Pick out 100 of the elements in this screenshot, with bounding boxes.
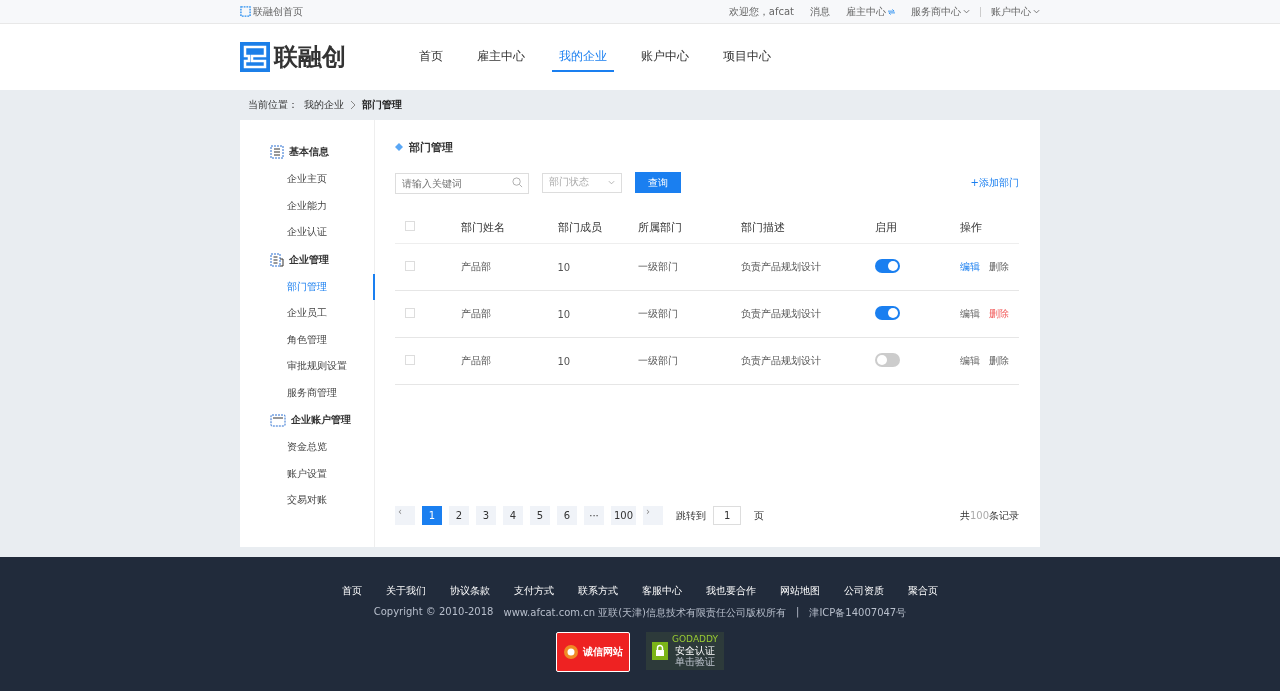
company-text: www.afcat.com.cn 亚联(天津)信息技术有限责任公司版权所有 (503, 606, 786, 620)
table-cell: 负责产品规划设计 (741, 355, 822, 366)
table-cell: 10 (557, 308, 571, 320)
footer-link[interactable]: 我也要合作 (706, 584, 756, 598)
breadcrumb-link[interactable]: 我的企业 (304, 98, 344, 112)
logo-text: 联融创 (274, 42, 346, 73)
add-department-link[interactable]: +添加部门 (970, 175, 1019, 190)
column-header: 部门描述 (741, 220, 786, 234)
checkbox[interactable] (405, 308, 415, 318)
sidebar-item[interactable]: 企业认证 (240, 219, 375, 246)
table-cell: 负责产品规划设计 (741, 261, 822, 272)
nav-tab[interactable]: 雇主中心 (470, 42, 532, 72)
logo-icon (240, 42, 270, 72)
table-cell: 一级部门 (638, 261, 679, 272)
column-header: 部门成员 (557, 220, 602, 234)
diamond-icon (395, 143, 403, 151)
table-cell: 10 (557, 261, 571, 273)
sidebar-item[interactable]: 企业能力 (240, 192, 375, 219)
security-badge[interactable]: GODADDY 安全认证 单击验证 (646, 632, 724, 670)
nav-tab[interactable]: 首页 (412, 42, 450, 72)
column-header: 启用 (875, 220, 898, 234)
footer-link[interactable]: 首页 (342, 584, 362, 598)
toggle-switch[interactable] (875, 259, 901, 273)
separator-text: | (796, 606, 800, 620)
footer-link[interactable]: 关于我们 (386, 584, 426, 598)
nav-tab[interactable]: 我的企业 (552, 42, 614, 72)
table-cell: 负责产品规划设计 (741, 308, 822, 319)
checkbox[interactable] (405, 261, 415, 271)
icp-text: 津ICP备14007047号 (809, 606, 907, 620)
switch-icon (888, 8, 895, 15)
table-cell: 10 (557, 355, 571, 367)
checkbox[interactable] (405, 220, 415, 231)
checkbox[interactable] (405, 355, 415, 365)
sidebar-item[interactable]: 审批规则设置 (240, 353, 375, 380)
search-icon (512, 177, 523, 188)
sidebar-item[interactable]: 资金总览 (240, 434, 375, 461)
nav-tab[interactable]: 账户中心 (634, 42, 696, 72)
section-title: 基本信息 (289, 145, 329, 159)
column-header: 部门姓名 (461, 220, 506, 234)
section-title: 部门管理 (409, 139, 453, 155)
caret-icon (608, 180, 615, 185)
page-button[interactable]: 1 (422, 506, 442, 525)
page-button[interactable]: 4 (503, 506, 523, 525)
caret-icon (1033, 9, 1040, 14)
caret-icon (963, 9, 970, 14)
footer-link[interactable]: 协议条款 (450, 584, 490, 598)
action-link[interactable]: 编辑 (960, 308, 980, 319)
page-button[interactable]: 3 (476, 506, 496, 525)
page-button[interactable]: 100 (611, 506, 637, 525)
page-input[interactable]: 1 (713, 506, 742, 525)
toggle-switch[interactable] (875, 306, 901, 320)
top-link[interactable]: 账户中心 (991, 4, 1040, 19)
sidebar-item[interactable]: 企业员工 (240, 300, 375, 327)
footer-link[interactable]: 聚合页 (908, 584, 938, 598)
footer-link[interactable]: 公司资质 (844, 584, 884, 598)
total-records: 共100条记录 (959, 508, 1019, 523)
page-button[interactable]: 6 (557, 506, 577, 525)
section-title: 企业管理 (289, 252, 329, 267)
action-link[interactable]: 编辑 (960, 355, 980, 366)
page-button[interactable]: 2 (449, 506, 469, 525)
top-link[interactable]: 消息 (810, 4, 830, 19)
logo-icon (240, 6, 251, 17)
welcome-text: 欢迎您，afcat (728, 4, 794, 19)
page-button[interactable]: ··· (584, 506, 604, 525)
sidebar-item[interactable]: 企业主页 (240, 166, 375, 193)
nav-tab[interactable]: 项目中心 (716, 42, 778, 72)
wallet-icon (270, 413, 286, 427)
footer-link[interactable]: 网站地图 (780, 584, 820, 598)
chevron-icon (350, 100, 356, 110)
footer-link[interactable]: 联系方式 (578, 584, 618, 598)
action-link[interactable]: 删除 (989, 261, 1009, 272)
top-link[interactable]: 雇主中心 (846, 4, 895, 19)
page-unit: 页 (754, 508, 765, 523)
breadcrumb-label: 当前位置： (248, 98, 298, 112)
action-link[interactable]: 编辑 (960, 261, 980, 272)
footer-link[interactable]: 客服中心 (642, 584, 682, 598)
query-button[interactable]: 查询 (635, 172, 681, 193)
table-cell: 产品部 (461, 308, 492, 319)
sidebar-item[interactable]: 账户设置 (240, 460, 375, 487)
table-cell: 产品部 (461, 261, 492, 272)
toggle-switch[interactable] (875, 353, 901, 367)
action-link[interactable]: 删除 (989, 355, 1009, 366)
footer-link[interactable]: 支付方式 (514, 584, 554, 598)
page-button[interactable]: 5 (530, 506, 550, 525)
section-title: 企业账户管理 (291, 413, 351, 427)
sidebar-item[interactable]: 交易对账 (240, 487, 375, 514)
list-icon (270, 145, 284, 159)
column-header: 所属部门 (638, 220, 683, 234)
table-cell: 一级部门 (638, 355, 679, 366)
sidebar-item[interactable]: 角色管理 (240, 326, 375, 353)
copyright-text: Copyright © 2010-2018 (373, 606, 494, 619)
top-link[interactable]: 服务商中心 (911, 4, 970, 19)
sidebar-item[interactable]: 部门管理 (240, 273, 375, 300)
home-link[interactable]: 联融创首页 (240, 4, 303, 19)
jump-label: 跳转到 (676, 508, 707, 523)
sidebar-item[interactable]: 服务商管理 (240, 379, 375, 406)
breadcrumb-current: 部门管理 (362, 98, 402, 112)
search-field[interactable]: 请输入关键词 (395, 173, 529, 194)
trust-badge[interactable]: 诚信网站 (556, 632, 631, 672)
column-header: 操作 (960, 220, 982, 234)
